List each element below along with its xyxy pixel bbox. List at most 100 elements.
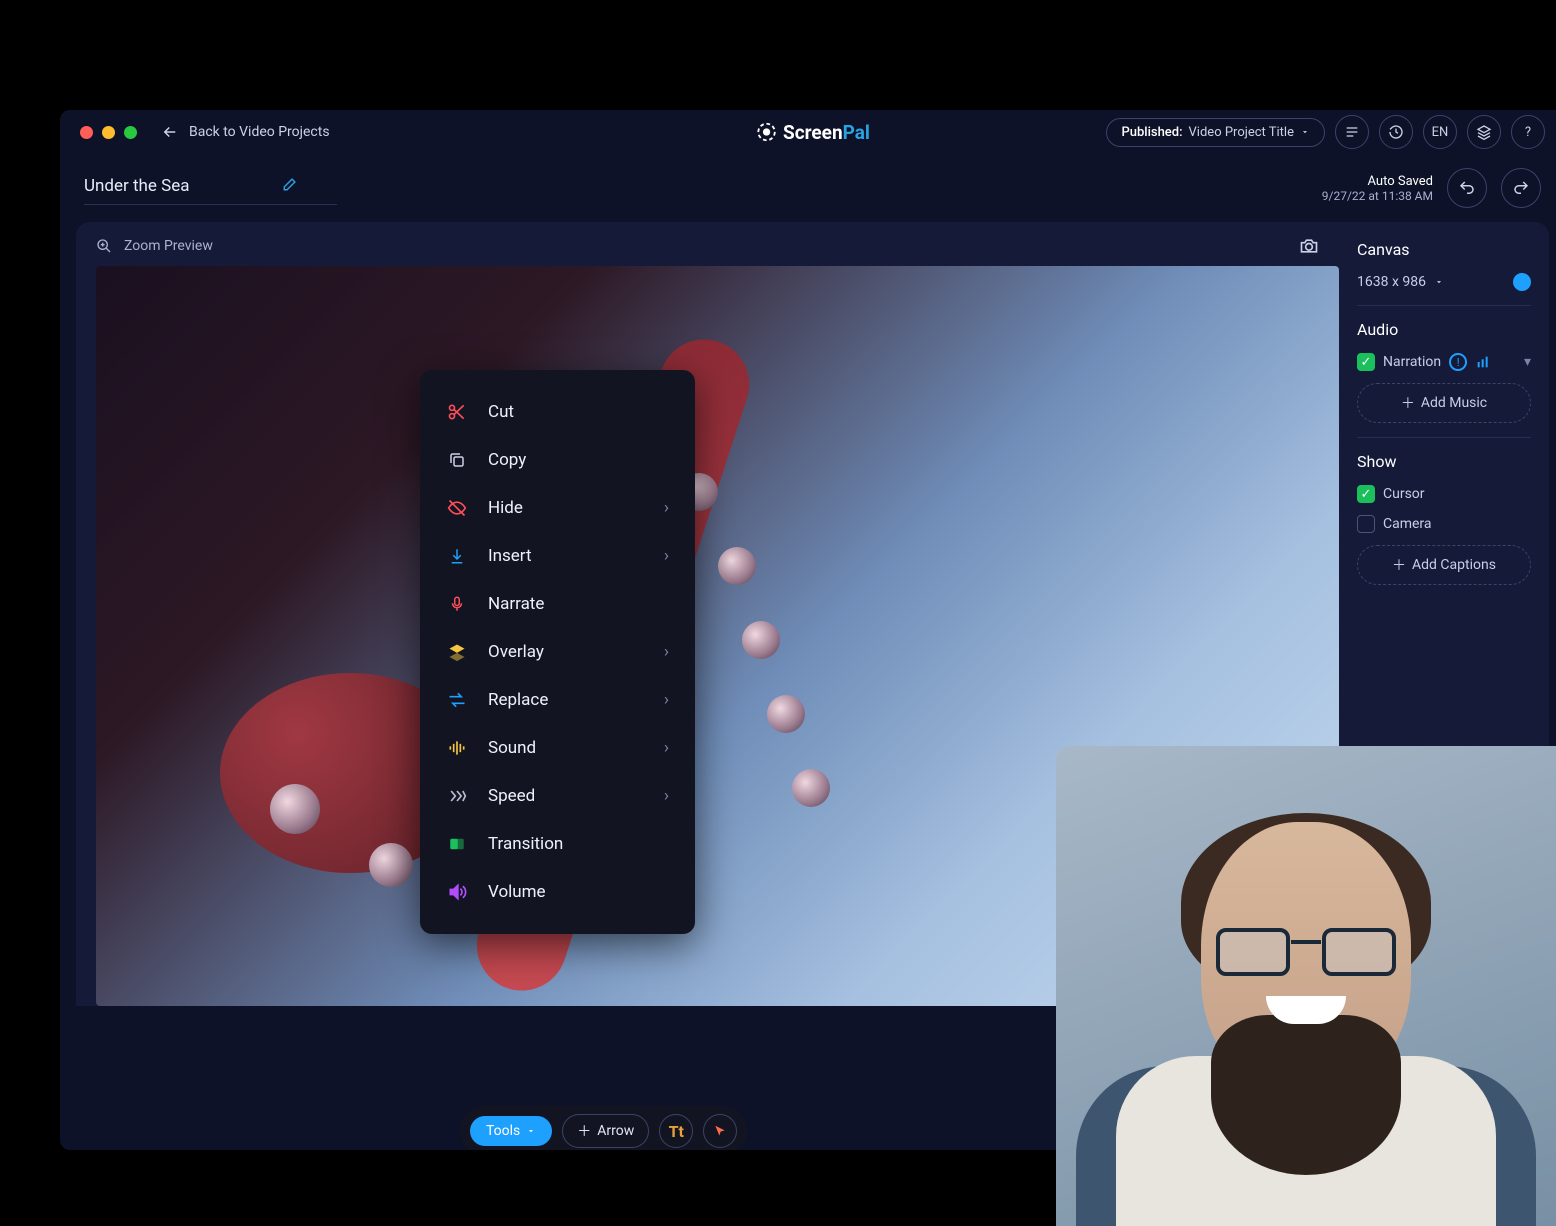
canvas-color-swatch[interactable] — [1513, 273, 1531, 291]
maximize-window-button[interactable] — [124, 126, 137, 139]
publish-status: Published: — [1121, 125, 1182, 140]
cursor-checkbox[interactable]: ✓ — [1357, 485, 1375, 503]
close-window-button[interactable] — [80, 126, 93, 139]
canvas-section-title: Canvas — [1357, 240, 1531, 259]
tools-dropdown-button[interactable]: Tools — [470, 1116, 552, 1146]
zoom-icon[interactable] — [96, 238, 112, 254]
chevron-down-icon — [1300, 127, 1310, 137]
add-captions-button[interactable]: ＋Add Captions — [1357, 545, 1531, 585]
edit-title-button[interactable] — [280, 177, 297, 194]
ctx-item-narrate[interactable]: Narrate — [420, 580, 695, 628]
transition-icon — [446, 835, 468, 853]
replace-icon — [446, 690, 468, 710]
chevron-right-icon: › — [664, 738, 669, 758]
ctx-label: Transition — [488, 834, 563, 854]
edit-icon — [280, 177, 297, 194]
narration-row[interactable]: ✓ Narration ! ▾ — [1357, 353, 1531, 371]
history-button[interactable] — [1379, 115, 1413, 149]
insert-icon — [446, 547, 468, 565]
ctx-label: Replace — [488, 690, 548, 710]
add-music-button[interactable]: ＋Add Music — [1357, 383, 1531, 423]
snapshot-button[interactable] — [1299, 236, 1319, 256]
audio-level-icon[interactable] — [1475, 354, 1491, 370]
ctx-item-replace[interactable]: Replace › — [420, 676, 695, 724]
back-to-projects-button[interactable]: Back to Video Projects — [161, 123, 330, 141]
canvas-size-value: 1638 x 986 — [1357, 274, 1426, 290]
ctx-label: Overlay — [488, 642, 544, 662]
cursor-row[interactable]: ✓ Cursor — [1357, 485, 1531, 503]
text-tool-button[interactable]: Tt — [659, 1114, 693, 1148]
language-button[interactable]: EN — [1423, 115, 1457, 149]
webcam-overlay[interactable] — [1056, 746, 1556, 1226]
publish-title: Video Project Title — [1189, 125, 1294, 140]
minimize-window-button[interactable] — [102, 126, 115, 139]
camera-checkbox[interactable] — [1357, 515, 1375, 533]
history-icon — [1388, 124, 1404, 140]
tool-pill-bar: Tools ＋Arrow Tt — [460, 1106, 747, 1150]
layers-button[interactable] — [1467, 115, 1501, 149]
ctx-item-overlay[interactable]: Overlay › — [420, 628, 695, 676]
chevron-down-icon — [526, 1126, 536, 1136]
ctx-item-volume[interactable]: Volume — [420, 868, 695, 916]
list-button[interactable] — [1335, 115, 1369, 149]
show-section-title: Show — [1357, 452, 1531, 471]
add-arrow-button[interactable]: ＋Arrow — [562, 1114, 649, 1148]
cursor-tool-button[interactable] — [703, 1114, 737, 1148]
cursor-icon — [713, 1124, 727, 1138]
zoom-preview-label[interactable]: Zoom Preview — [124, 238, 213, 254]
narration-checkbox[interactable]: ✓ — [1357, 353, 1375, 371]
back-label: Back to Video Projects — [189, 124, 330, 140]
tools-label: Tools — [486, 1123, 520, 1139]
help-button[interactable]: ? — [1511, 115, 1545, 149]
speed-icon — [446, 786, 468, 806]
chevron-right-icon: › — [664, 642, 669, 662]
ctx-item-copy[interactable]: Copy — [420, 436, 695, 484]
autosave-status: Auto Saved 9/27/22 at 11:38 AM — [1322, 174, 1433, 203]
camera-label: Camera — [1383, 516, 1432, 532]
ctx-item-hide[interactable]: Hide › — [420, 484, 695, 532]
canvas-size-dropdown[interactable]: 1638 x 986 — [1357, 273, 1531, 291]
titlebar: Back to Video Projects ScreenPal Publish… — [60, 110, 1556, 154]
copy-icon — [446, 451, 468, 469]
tools-context-menu: CutCopyHide›Insert›NarrateOverlay›Replac… — [420, 370, 695, 934]
ctx-label: Narrate — [488, 594, 544, 614]
ctx-label: Copy — [488, 450, 526, 470]
chevron-down-icon[interactable]: ▾ — [1524, 354, 1531, 370]
undo-icon — [1458, 179, 1476, 197]
hide-icon — [446, 498, 468, 518]
autosave-label: Auto Saved — [1322, 174, 1433, 189]
narration-alert-icon[interactable]: ! — [1449, 353, 1467, 371]
ctx-item-insert[interactable]: Insert › — [420, 532, 695, 580]
list-icon — [1344, 124, 1360, 140]
logo-icon — [755, 121, 777, 143]
sound-icon — [446, 738, 468, 758]
project-title-field[interactable]: Under the Sea — [84, 172, 337, 205]
ctx-label: Insert — [488, 546, 532, 566]
ctx-item-transition[interactable]: Transition — [420, 820, 695, 868]
camera-icon — [1299, 236, 1319, 256]
ctx-item-speed[interactable]: Speed› — [420, 772, 695, 820]
narrate-icon — [446, 595, 468, 613]
publish-dropdown[interactable]: Published: Video Project Title — [1106, 118, 1325, 147]
chevron-right-icon: › — [664, 690, 669, 710]
brand-logo: ScreenPal — [755, 121, 870, 144]
arrow-label: Arrow — [597, 1123, 634, 1139]
chevron-right-icon: › — [664, 546, 669, 566]
layers-icon — [1476, 124, 1492, 140]
chevron-right-icon: › — [664, 786, 669, 806]
redo-button[interactable] — [1501, 168, 1541, 208]
brand-text-a: Screen — [783, 121, 843, 144]
undo-button[interactable] — [1447, 168, 1487, 208]
arrow-left-icon — [161, 123, 179, 141]
ctx-item-cut[interactable]: Cut — [420, 388, 695, 436]
chevron-right-icon: › — [664, 498, 669, 518]
overlay-icon — [446, 642, 468, 662]
ctx-label: Hide — [488, 498, 523, 518]
ctx-item-sound[interactable]: Sound› — [420, 724, 695, 772]
narration-label: Narration — [1383, 354, 1441, 370]
camera-row[interactable]: Camera — [1357, 515, 1531, 533]
project-title-text: Under the Sea — [84, 176, 190, 196]
redo-icon — [1512, 179, 1530, 197]
volume-icon — [446, 882, 468, 902]
window-controls — [80, 126, 137, 139]
